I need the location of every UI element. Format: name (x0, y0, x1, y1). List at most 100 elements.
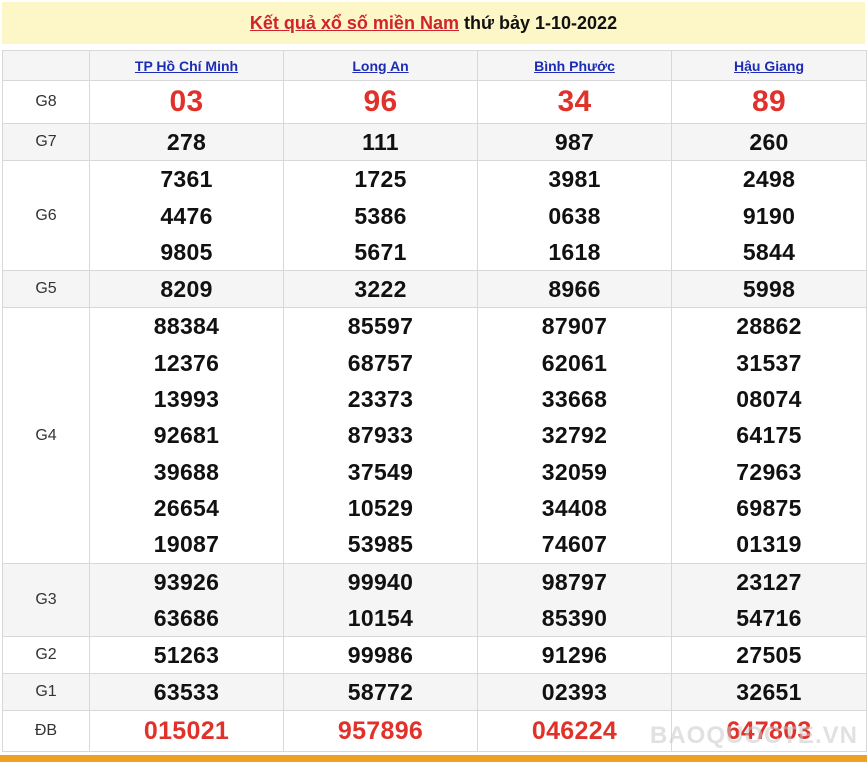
province-link-hcm[interactable]: TP Hồ Chí Minh (135, 58, 238, 74)
prize-cell: 111 (283, 122, 478, 162)
winning-number: 34408 (541, 494, 608, 521)
winning-number: 85390 (541, 604, 608, 631)
prize-cell: 51263 (89, 636, 284, 675)
prize-cell: 58772 (283, 673, 478, 712)
winning-number: 69875 (736, 494, 802, 521)
winning-number: 39688 (153, 458, 220, 485)
winning-number: 111 (362, 129, 399, 155)
winning-number: 08074 (736, 386, 802, 413)
winning-number: 03 (169, 85, 204, 118)
province-link-binh-phuoc[interactable]: Bình Phước (534, 58, 615, 74)
prize-cell: 278 (89, 122, 284, 162)
winning-number: 63533 (153, 679, 220, 706)
winning-number: 046224 (531, 717, 618, 746)
prize-cell: 957896 (283, 710, 478, 753)
prize-label: G5 (2, 270, 90, 309)
province-header: TP Hồ Chí Minh (89, 50, 284, 81)
results-title-link[interactable]: Kết quả xổ số miền Nam (250, 13, 459, 34)
prize-cell: 63533 (89, 673, 284, 712)
province-link-long-an[interactable]: Long An (352, 58, 408, 74)
winning-number: 02393 (541, 679, 608, 706)
province-header: Bình Phước (477, 50, 672, 81)
prize-label: G2 (2, 636, 90, 675)
winning-number: 4476 (160, 202, 213, 229)
winning-number: 32059 (541, 458, 608, 485)
winning-number: 26654 (153, 494, 220, 521)
prize-cell: 28862 31537 08074 64175 72963 69875 01319 (671, 307, 867, 564)
winning-number: 10529 (347, 494, 414, 521)
prize-cell: 99986 (283, 636, 478, 675)
prize-row: G3 93926 63686 99940 10154 98797 85390 23127 547… (2, 562, 867, 638)
winning-number: 3981 (548, 166, 601, 193)
winning-number: 99940 (347, 568, 414, 595)
winning-number: 98797 (541, 568, 608, 595)
winning-number: 0638 (548, 202, 601, 229)
results-table: TP Hồ Chí Minh Long An Bình Phước Hậu Gi… (2, 50, 867, 753)
prize-cell: 85597 68757 23373 87933 37549 10529 53985 (283, 307, 478, 564)
prize-cell: 7361 4476 9805 (89, 160, 284, 272)
winning-number: 54716 (736, 604, 802, 631)
winning-number: 015021 (143, 717, 230, 746)
prize-cell: 23127 54716 (671, 562, 867, 638)
prize-label: G3 (2, 562, 90, 638)
winning-number: 7361 (160, 166, 213, 193)
winning-number: 34 (557, 85, 592, 118)
winning-number: 28862 (736, 313, 802, 340)
winning-number: 5844 (742, 238, 796, 265)
winning-number: 5671 (354, 238, 407, 265)
prize-cell: 260 (671, 122, 867, 162)
page-title: Kết quả xổ số miền Nam thứ bảy 1-10-2022 (2, 2, 865, 44)
prize-cell: 8966 (477, 270, 672, 309)
prize-label: G6 (2, 160, 90, 272)
prize-cell: 046224 (477, 710, 672, 753)
prize-row: G8 03 96 34 89 (2, 80, 867, 124)
province-header: Hậu Giang (671, 50, 867, 81)
winning-number: 85597 (347, 313, 414, 340)
province-link-hau-giang[interactable]: Hậu Giang (734, 58, 804, 74)
prize-row: G6 7361 4476 9805 1725 5386 5671 3981 0638 1618 24… (2, 160, 867, 272)
winning-number: 87933 (347, 422, 414, 449)
winning-number: 37549 (347, 458, 414, 485)
prize-cell: 2498 9190 5844 (671, 160, 867, 272)
winning-number: 987 (554, 129, 595, 155)
prize-cell: 88384 12376 13993 92681 39688 26654 19087 (89, 307, 284, 564)
winning-number: 87907 (541, 313, 608, 340)
winning-number: 23127 (736, 568, 802, 595)
winning-number: 23373 (347, 386, 414, 413)
winning-number: 91296 (541, 642, 608, 669)
winning-number: 74607 (541, 531, 608, 558)
winning-number: 260 (749, 129, 789, 155)
province-header-row: TP Hồ Chí Minh Long An Bình Phước Hậu Gi… (2, 50, 867, 81)
winning-number: 8209 (160, 276, 213, 303)
winning-number: 3222 (354, 276, 407, 303)
prize-label: G4 (2, 307, 90, 564)
watermark-logo: BAOQUOCTE.VN (650, 722, 859, 749)
prize-label: G7 (2, 122, 90, 162)
winning-number: 278 (166, 129, 207, 155)
winning-number: 9190 (742, 202, 796, 229)
prize-cell: 98797 85390 (477, 562, 672, 638)
winning-number: 13993 (153, 386, 220, 413)
winning-number: 9805 (160, 238, 213, 265)
prize-row: G7 278 111 987 260 (2, 122, 867, 162)
winning-number: 63686 (153, 604, 220, 631)
prize-label: G8 (2, 80, 90, 124)
bottom-bar (0, 755, 867, 762)
winning-number: 10154 (347, 604, 414, 631)
prize-cell: 32651 (671, 673, 867, 712)
province-header: Long An (283, 50, 478, 81)
draw-date: thứ bảy 1-10-2022 (463, 12, 618, 33)
winning-number: 5386 (354, 202, 407, 229)
winning-number: 32651 (736, 679, 802, 706)
winning-number: 32792 (541, 422, 608, 449)
winning-number: 33668 (541, 386, 608, 413)
prize-cell: 93926 63686 (89, 562, 284, 638)
winning-number: 99986 (347, 642, 414, 669)
prize-cell: 03 (89, 80, 284, 124)
corner-cell (2, 50, 90, 81)
winning-number: 96 (363, 85, 398, 118)
winning-number: 12376 (153, 349, 220, 376)
prize-cell: 987 (477, 122, 672, 162)
winning-number: 68757 (347, 349, 414, 376)
prize-cell: 1725 5386 5671 (283, 160, 478, 272)
